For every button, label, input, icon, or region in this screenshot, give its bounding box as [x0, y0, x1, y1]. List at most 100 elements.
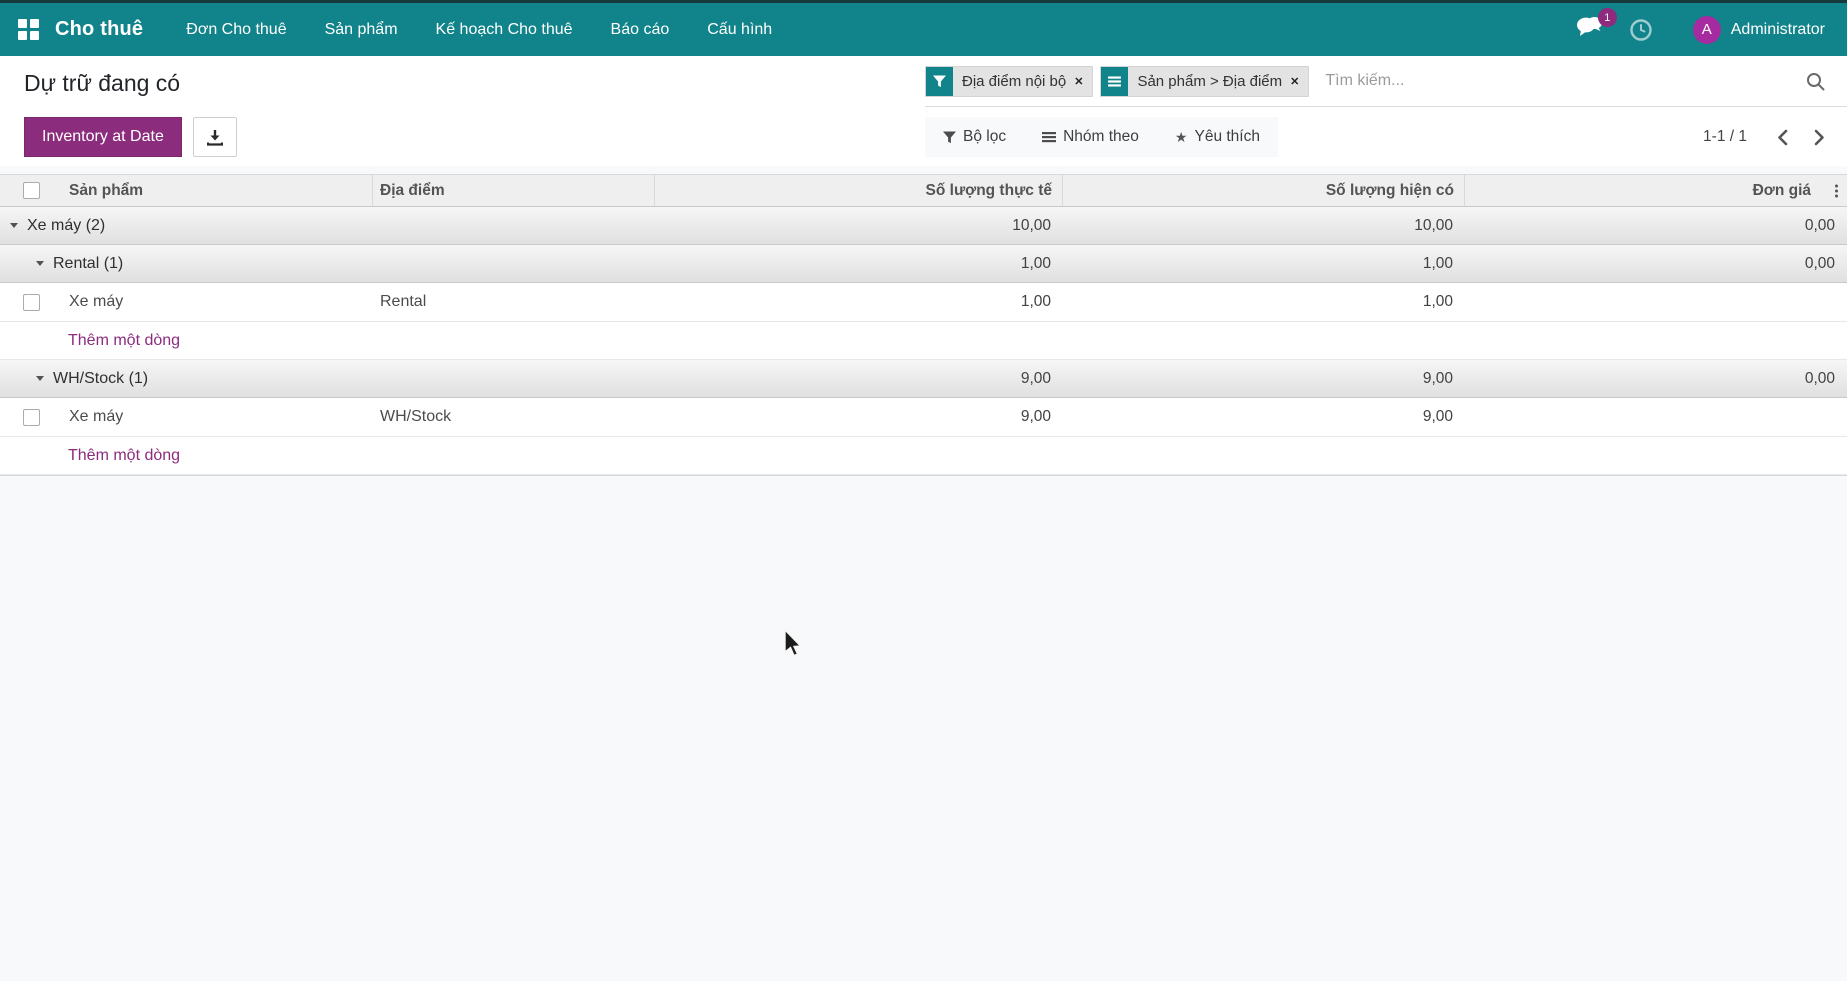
group-label: Xe máy (2): [27, 216, 106, 234]
search-input[interactable]: [1325, 72, 1806, 90]
apps-grid-icon[interactable]: [18, 19, 39, 40]
cell-product[interactable]: Xe máy: [62, 398, 373, 436]
search-bar[interactable]: Địa điểm nội bộ ✕ Sản phẩm > Địa điểm ✕: [925, 56, 1847, 107]
group-label: WH/Stock (1): [53, 369, 149, 387]
breadcrumb-title: Dự trữ đang có: [24, 70, 181, 96]
pager-value[interactable]: 1-1 / 1: [1703, 128, 1747, 146]
nav-menu-0[interactable]: Đơn Cho thuê: [167, 3, 305, 56]
control-panel: Dự trữ đang có Địa điểm nội bộ ✕ Sản phẩm …: [0, 56, 1847, 166]
group-caret-icon[interactable]: [36, 376, 44, 381]
groupby-icon: [1108, 75, 1122, 87]
filter-icon: [933, 74, 946, 87]
nav-menu-2[interactable]: Kế hoạch Cho thuê: [417, 3, 592, 56]
avatar: A: [1692, 15, 1721, 44]
facet-remove-icon[interactable]: ✕: [1074, 75, 1083, 88]
row-checkbox[interactable]: [23, 293, 40, 311]
user-name: Administrator: [1730, 20, 1825, 38]
pager: 1-1 / 1: [1703, 108, 1825, 166]
download-icon: [206, 129, 223, 146]
add-line-link[interactable]: Thêm một dòng: [68, 447, 180, 465]
cell-qty-onhand[interactable]: 1,00: [1063, 283, 1465, 321]
app-menus: Đơn Cho thuê Sản phẩm Kế hoạch Cho thuê Báo…: [167, 3, 791, 56]
group-label-cell: WH/Stock (1): [0, 360, 655, 397]
group-caret-icon[interactable]: [10, 223, 18, 228]
cell-qty-real[interactable]: 9,00: [655, 398, 1063, 436]
group-price: 0,00: [1804, 254, 1835, 272]
search-options: Bộ lọc Nhóm theo ★ Yêu thích: [925, 117, 1278, 157]
column-header-product[interactable]: Sản phẩm: [62, 175, 373, 206]
add-line-link[interactable]: Thêm một dòng: [68, 332, 180, 350]
group-price: 0,00: [1804, 369, 1835, 387]
cell-location[interactable]: Rental: [373, 283, 655, 321]
facets-host: Địa điểm nội bộ ✕ Sản phẩm > Địa điểm ✕: [925, 65, 1316, 97]
nav-menu-3[interactable]: Báo cáo: [592, 3, 689, 56]
favorites-button[interactable]: ★ Yêu thích: [1175, 128, 1260, 146]
facet-body: Sản phẩm > Địa điểm ✕: [1128, 66, 1309, 96]
list-header: Sản phẩm Địa điểm Số lượng thực tế Số lư…: [0, 174, 1847, 207]
group-caret-icon[interactable]: [36, 261, 44, 266]
cell-price[interactable]: [1465, 398, 1847, 436]
column-header-location[interactable]: Địa điểm: [373, 175, 655, 206]
nav-menu-4[interactable]: Cấu hình: [688, 3, 791, 56]
navbar: Cho thuê Đơn Cho thuê Sản phẩm Kế hoạch Ch…: [0, 3, 1847, 56]
group-qty-real: 1,00: [1020, 254, 1051, 272]
row-select-cell: [0, 283, 62, 321]
row-select-cell: [0, 398, 62, 436]
search-facet-groupby: Sản phẩm > Địa điểm ✕: [1100, 65, 1310, 97]
favorites-label: Yêu thích: [1194, 128, 1260, 145]
table-row[interactable]: Xe máy Rental 1,00 1,00: [0, 283, 1847, 322]
group-price: 0,00: [1804, 216, 1835, 234]
mouse-cursor: [784, 628, 803, 657]
search-icon: [1807, 72, 1825, 90]
groupby-label: Nhóm theo: [1063, 128, 1139, 145]
export-button[interactable]: [192, 117, 237, 157]
column-header-qty-real[interactable]: Số lượng thực tế: [655, 175, 1063, 206]
nav-menu-1[interactable]: Sản phẩm: [306, 3, 417, 56]
facet-label: Địa điểm nội bộ: [962, 72, 1067, 90]
row-checkbox[interactable]: [23, 408, 40, 426]
optional-columns-toggle-icon[interactable]: [1835, 184, 1838, 197]
facet-remove-icon[interactable]: ✕: [1290, 75, 1299, 88]
group-row[interactable]: Rental (1) 1,00 1,00 0,00: [0, 245, 1847, 283]
facet-body: Địa điểm nội bộ ✕: [953, 66, 1093, 96]
add-line-row: Thêm một dòng: [0, 322, 1847, 360]
table-row[interactable]: Xe máy WH/Stock 9,00 9,00: [0, 398, 1847, 437]
activities-clock-icon[interactable]: [1629, 18, 1653, 42]
group-qty-onhand: 10,00: [1414, 216, 1453, 234]
facet-label: Sản phẩm > Địa điểm: [1137, 72, 1283, 90]
cell-product[interactable]: Xe máy: [62, 283, 373, 321]
filter-icon-box: [926, 66, 953, 96]
inventory-at-date-button[interactable]: Inventory at Date: [24, 117, 182, 157]
cell-price[interactable]: [1465, 283, 1847, 321]
pager-next-icon[interactable]: [1814, 129, 1825, 146]
search-facet-filter: Địa điểm nội bộ ✕: [925, 65, 1094, 97]
cell-qty-onhand[interactable]: 9,00: [1063, 398, 1465, 436]
add-line-cell: Thêm một dòng: [0, 322, 1847, 359]
column-header-price-label: Đơn giá: [1752, 181, 1811, 199]
column-header-qty-onhand[interactable]: Số lượng hiện có: [1063, 175, 1465, 206]
cell-location[interactable]: WH/Stock: [373, 398, 655, 436]
user-menu[interactable]: A Administrator: [1692, 15, 1825, 44]
group-qty-onhand: 9,00: [1422, 369, 1453, 387]
filters-label: Bộ lọc: [963, 128, 1007, 145]
cell-qty-real[interactable]: 1,00: [655, 283, 1063, 321]
filter-funnel-icon: [943, 130, 956, 143]
list-body: Xe máy (2) 10,00 10,00 0,00 Rental (1) 1,00 1,…: [0, 207, 1847, 475]
messages-count-badge: 1: [1597, 8, 1617, 27]
groupby-button[interactable]: Nhóm theo: [1042, 128, 1139, 146]
app-name[interactable]: Cho thuê: [55, 18, 143, 41]
add-line-cell: Thêm một dòng: [0, 437, 1847, 474]
group-label-cell: Xe máy (2): [0, 207, 655, 244]
messages-button[interactable]: 1: [1576, 8, 1617, 43]
pager-previous-icon[interactable]: [1777, 129, 1788, 146]
group-qty-real: 10,00: [1012, 216, 1051, 234]
select-all-checkbox[interactable]: [23, 182, 40, 199]
groupby-icon-box: [1101, 66, 1129, 96]
group-row[interactable]: WH/Stock (1) 9,00 9,00 0,00: [0, 360, 1847, 398]
groupby-bars-icon: [1042, 132, 1057, 143]
list-view: Sản phẩm Địa điểm Số lượng thực tế Số lư…: [0, 174, 1847, 476]
column-header-price[interactable]: Đơn giá: [1465, 175, 1847, 206]
filters-button[interactable]: Bộ lọc: [943, 128, 1006, 146]
group-label: Rental (1): [53, 254, 124, 272]
group-row[interactable]: Xe máy (2) 10,00 10,00 0,00: [0, 207, 1847, 245]
